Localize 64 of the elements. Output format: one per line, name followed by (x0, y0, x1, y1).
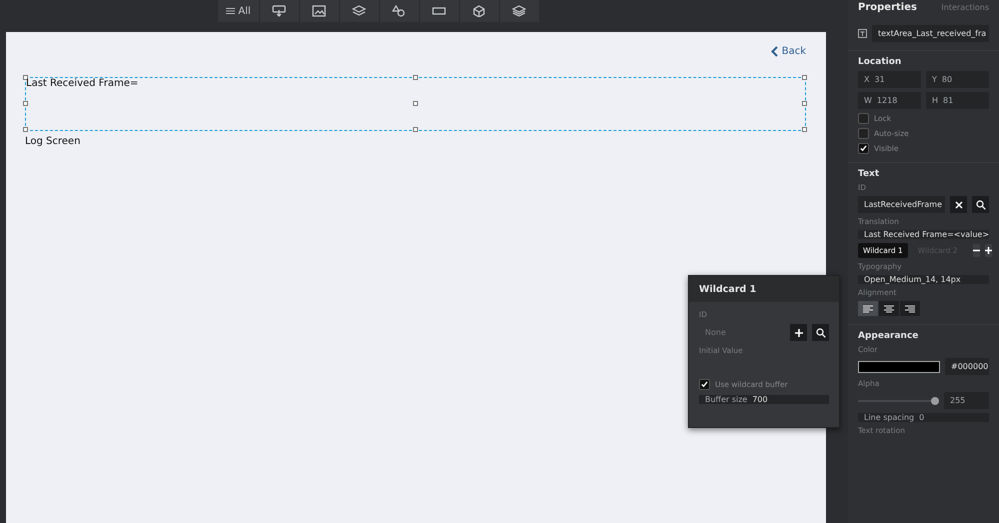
stack-icon (512, 5, 526, 17)
text-area-text: Last Received Frame= (26, 78, 138, 89)
menu-icon (226, 5, 236, 17)
id-field[interactable]: LastReceivedFrame (858, 196, 945, 213)
align-left-icon (863, 304, 873, 312)
close-icon (954, 200, 962, 208)
buffer-size-field[interactable]: Buffer size 700 (699, 395, 829, 404)
remove-button[interactable] (972, 244, 980, 257)
alignment-button[interactable] (900, 301, 920, 316)
cube-icon (472, 5, 486, 17)
resize-handle[interactable] (412, 127, 418, 132)
resize-handle[interactable] (412, 75, 418, 80)
id-input[interactable]: None (699, 327, 785, 338)
resize-handle[interactable] (412, 101, 418, 106)
resize-handle[interactable] (802, 101, 807, 106)
add-button[interactable] (790, 324, 807, 341)
alignment-button[interactable] (858, 301, 878, 316)
shapes-icon (392, 5, 406, 17)
color-field[interactable]: #000000 (945, 358, 989, 375)
translation-field[interactable]: Last Received Frame=<value> (858, 230, 989, 239)
resize-handle[interactable] (802, 127, 807, 132)
align-right-icon (905, 304, 915, 312)
search-button[interactable] (812, 324, 829, 341)
checkbox[interactable] (858, 113, 869, 124)
popup-title: Wildcard 1 (699, 284, 756, 294)
add-button[interactable] (984, 244, 992, 257)
number-field[interactable]: H 81 (926, 92, 989, 109)
text-area[interactable]: Last Received Frame= (25, 77, 806, 131)
checkbox[interactable] (699, 379, 710, 390)
search-button[interactable] (972, 196, 989, 213)
section-title: Appearance (858, 331, 920, 341)
search-icon (816, 328, 826, 338)
resize-handle[interactable] (23, 101, 28, 106)
plus-icon (794, 328, 802, 336)
label-text: Log Screen (25, 136, 80, 147)
resize-handle[interactable] (23, 75, 28, 80)
clear-button[interactable] (950, 196, 967, 213)
section-title: Text (858, 169, 880, 179)
color-swatch[interactable] (858, 360, 940, 372)
slider-thumb[interactable] (930, 396, 939, 404)
plus-icon (984, 247, 992, 254)
chevron-left-icon (770, 46, 778, 57)
line-spacing-field[interactable]: Line spacing 0 (858, 413, 989, 422)
back-link[interactable]: Back (770, 46, 806, 57)
typography-field[interactable]: Open_Medium_14, 14px (858, 275, 989, 284)
align-center-icon (884, 304, 894, 312)
number-field[interactable]: W 1218 (858, 92, 921, 109)
alignment-button[interactable] (879, 301, 899, 316)
panel-tab[interactable]: Properties (858, 2, 917, 13)
resize-handle[interactable] (23, 127, 28, 132)
widget-name-field[interactable]: textArea_Last_received_fra (872, 25, 989, 42)
checkbox[interactable] (858, 143, 869, 154)
resize-handle[interactable] (802, 75, 807, 80)
number-field[interactable]: X 31 (858, 71, 921, 88)
number-field[interactable]: Y 80 (926, 71, 989, 88)
layers-icon (352, 5, 366, 17)
search-icon (976, 200, 986, 210)
section-title: Location (858, 57, 902, 67)
alpha-field[interactable]: 255 (944, 392, 989, 409)
text-field-icon (432, 5, 446, 17)
text-widget-icon (858, 29, 867, 38)
checkbox[interactable] (858, 128, 869, 139)
minus-icon (972, 247, 980, 254)
image-icon (312, 5, 326, 17)
